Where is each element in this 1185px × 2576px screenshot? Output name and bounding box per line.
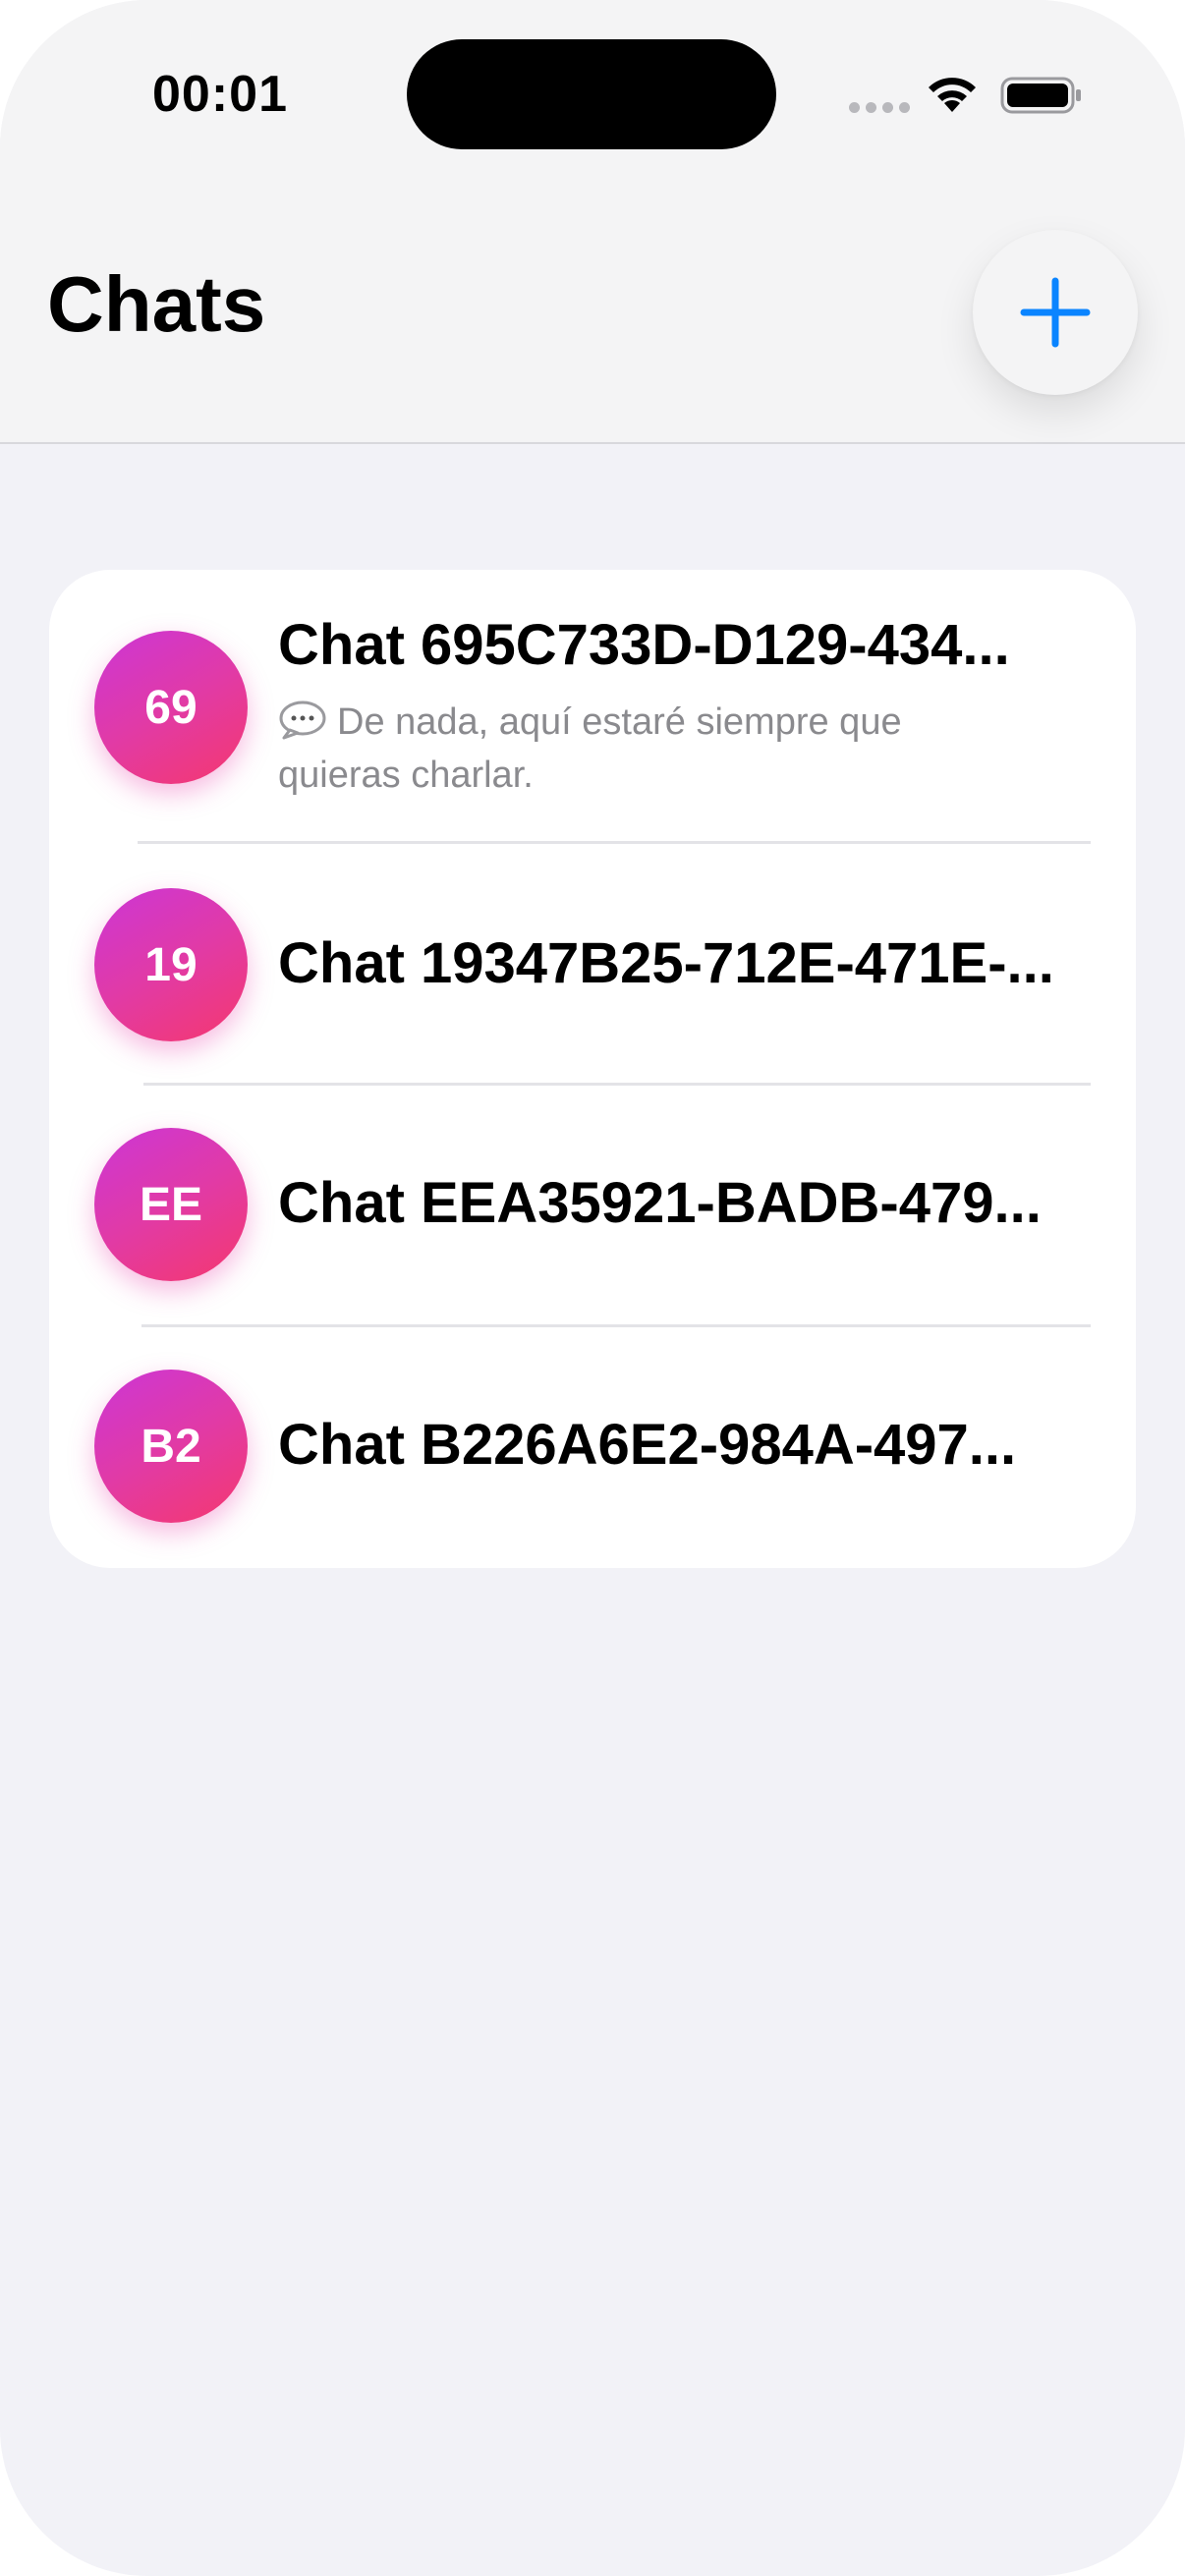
avatar: B2 xyxy=(94,1370,248,1523)
chat-list-item[interactable]: EE Chat EEA35921-BADB-479... xyxy=(49,1085,1136,1326)
page-title: Chats xyxy=(47,260,266,348)
plus-icon xyxy=(1020,277,1091,348)
chat-title: Chat 695C733D-D129-434... xyxy=(278,613,1010,677)
wifi-icon xyxy=(929,78,976,112)
chat-list-item[interactable]: B2 Chat B226A6E2-984A-497... xyxy=(49,1326,1136,1568)
speech-bubble-icon xyxy=(279,700,326,740)
row-divider xyxy=(138,841,1091,844)
avatar: 69 xyxy=(94,631,248,784)
phone-screen: 00:01 Chats 69 Chat 695C733D-D129-434...… xyxy=(0,0,1185,2576)
dynamic-island xyxy=(407,39,776,149)
battery-icon xyxy=(1000,77,1081,114)
chat-title: Chat 19347B25-712E-471E-... xyxy=(278,931,1054,995)
avatar: EE xyxy=(94,1128,248,1281)
status-time: 00:01 xyxy=(152,66,288,123)
chat-title: Chat EEA35921-BADB-479... xyxy=(278,1171,1042,1235)
cellular-signal-icon xyxy=(849,102,910,113)
navigation-header: 00:01 Chats xyxy=(0,0,1185,444)
chat-preview: De nada, aquí estaré siempre que quieras… xyxy=(278,696,966,802)
chat-list-item[interactable]: 69 Chat 695C733D-D129-434... De nada, aq… xyxy=(49,570,1136,845)
avatar: 19 xyxy=(94,888,248,1041)
chat-title: Chat B226A6E2-984A-497... xyxy=(278,1413,1017,1477)
chat-list-item[interactable]: 19 Chat 19347B25-712E-471E-... xyxy=(49,845,1136,1085)
chat-preview-text: De nada, aquí estaré siempre que quieras… xyxy=(278,701,902,796)
new-chat-button[interactable] xyxy=(973,230,1138,395)
chat-list: 69 Chat 695C733D-D129-434... De nada, aq… xyxy=(49,570,1136,1568)
